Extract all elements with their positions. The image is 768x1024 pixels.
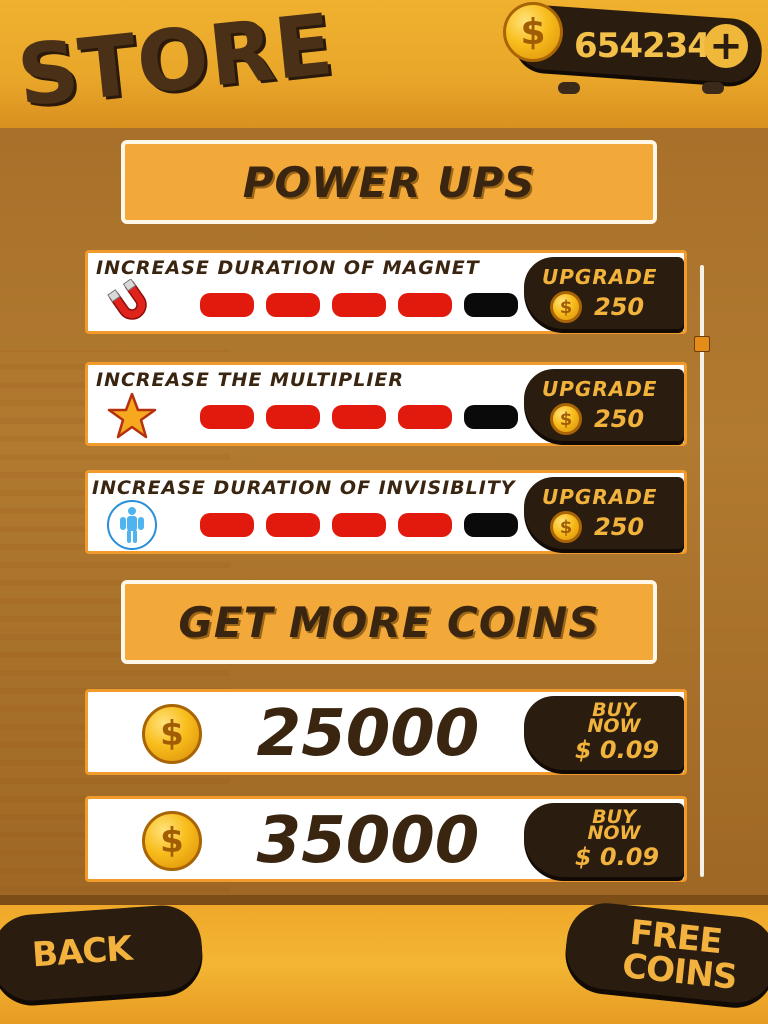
power-up-label: INCREASE DURATION OF INVISIBLITY xyxy=(92,477,516,499)
power-ups-header: POWER UPS xyxy=(121,140,657,224)
get-more-coins-header: GET MORE COINS xyxy=(121,580,657,664)
coin-balance: 6542348 xyxy=(574,26,734,66)
power-up-row-magnet: INCREASE DURATION OF MAGNET UPGRADE $ 25… xyxy=(85,250,687,334)
level-bar-empty xyxy=(464,293,518,317)
buy-price: $ 0.09 xyxy=(574,843,660,871)
coin-icon: $ xyxy=(503,2,563,62)
upgrade-multiplier-button[interactable]: UPGRADE $ 250 xyxy=(524,369,684,441)
power-up-label: INCREASE THE MULTIPLIER xyxy=(96,369,404,391)
level-bar-filled xyxy=(266,293,320,317)
upgrade-level-bars xyxy=(200,293,530,317)
level-bar-filled xyxy=(200,513,254,537)
level-bar-filled xyxy=(266,405,320,429)
skateboard-wheel xyxy=(702,82,724,94)
coin-pack-amount: 25000 xyxy=(256,697,480,771)
upgrade-label: UPGRADE xyxy=(542,485,658,509)
upgrade-label: UPGRADE xyxy=(542,265,658,289)
scrollbar-track[interactable] xyxy=(700,265,704,877)
scrollbar-thumb[interactable] xyxy=(694,336,710,352)
coin-icon: $ xyxy=(142,811,202,871)
level-bar-empty xyxy=(464,405,518,429)
coin-pack-amount: 35000 xyxy=(256,804,480,878)
level-bar-filled xyxy=(398,513,452,537)
level-bar-filled xyxy=(398,405,452,429)
level-bar-filled xyxy=(332,513,386,537)
coin-pack-row: $ 35000 BUY NOW $ 0.09 xyxy=(85,796,687,882)
magnet-icon xyxy=(106,279,158,331)
buy-now-button[interactable]: BUY NOW $ 0.09 xyxy=(524,696,684,770)
level-bar-filled xyxy=(266,513,320,537)
upgrade-level-bars xyxy=(200,513,530,537)
star-icon xyxy=(106,391,158,443)
coin-icon: $ xyxy=(142,704,202,764)
buy-price: $ 0.09 xyxy=(574,736,660,764)
level-bar-filled xyxy=(200,293,254,317)
power-up-row-invisibility: INCREASE DURATION OF INVISIBLITY UPGRADE… xyxy=(85,470,687,554)
upgrade-magnet-button[interactable]: UPGRADE $ 250 xyxy=(524,257,684,329)
upgrade-cost: 250 xyxy=(594,293,645,321)
coin-icon: $ xyxy=(550,291,582,323)
buy-label: BUY NOW xyxy=(587,806,641,844)
upgrade-cost: 250 xyxy=(594,405,645,433)
buy-label: BUY NOW xyxy=(587,699,641,737)
coin-icon: $ xyxy=(550,403,582,435)
upgrade-invisibility-button[interactable]: UPGRADE $ 250 xyxy=(524,477,684,549)
buy-now-button[interactable]: BUY NOW $ 0.09 xyxy=(524,803,684,877)
back-button[interactable]: BACK xyxy=(0,902,205,1004)
skateboard-wheel xyxy=(558,82,580,94)
free-coins-label: FREE COINS xyxy=(620,912,739,998)
coin-pack-row: $ 25000 BUY NOW $ 0.09 xyxy=(85,689,687,775)
invisible-man-icon xyxy=(106,499,158,551)
add-coins-button[interactable]: + xyxy=(704,24,748,68)
power-up-label: INCREASE DURATION OF MAGNET xyxy=(96,257,480,279)
upgrade-label: UPGRADE xyxy=(542,377,658,401)
level-bar-empty xyxy=(464,513,518,537)
upgrade-level-bars xyxy=(200,405,530,429)
level-bar-filled xyxy=(332,293,386,317)
level-bar-filled xyxy=(398,293,452,317)
level-bar-filled xyxy=(332,405,386,429)
back-label: BACK xyxy=(30,928,133,976)
level-bar-filled xyxy=(200,405,254,429)
upgrade-cost: 250 xyxy=(594,513,645,541)
power-up-row-multiplier: INCREASE THE MULTIPLIER UPGRADE $ 250 xyxy=(85,362,687,446)
coin-icon: $ xyxy=(550,511,582,543)
